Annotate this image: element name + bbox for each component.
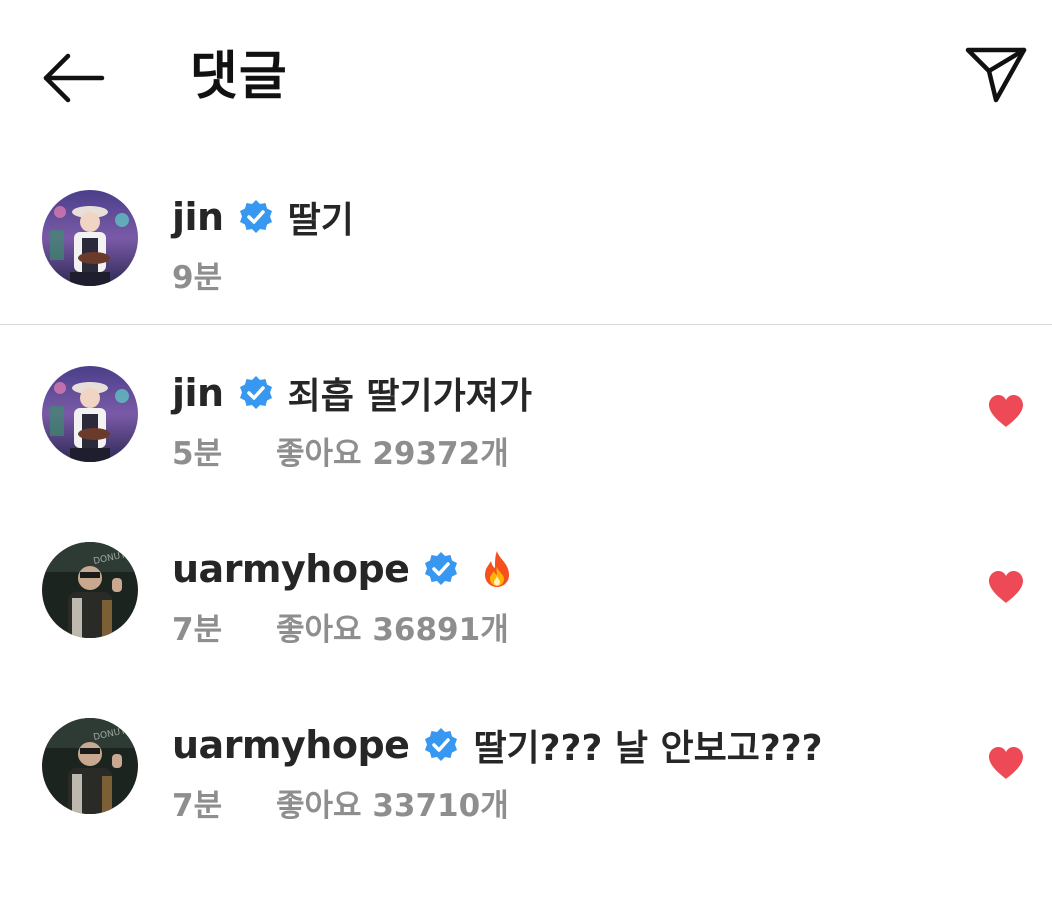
comment-text: 죄흡 딸기가져가 <box>287 376 532 417</box>
like-count[interactable]: 좋아요 29372개 <box>276 428 509 473</box>
verified-badge-icon <box>425 552 458 585</box>
username[interactable]: uarmyhope <box>172 723 410 767</box>
comment-time: 5분 <box>172 435 223 472</box>
comment-time: 9분 <box>172 259 223 296</box>
comment-item: DONUTS uarmyhope 7분 좋아요 36891개 <box>0 542 1052 662</box>
comment-item: DONUTS uarmyhope 딸기??? 날 안보고??? 7분 좋아요 3… <box>0 718 1052 838</box>
heart-icon[interactable] <box>987 394 1025 428</box>
share-button[interactable] <box>962 44 1030 104</box>
heart-icon[interactable] <box>987 746 1025 780</box>
verified-badge-icon <box>239 376 272 409</box>
comment-item: jin 죄흡 딸기가져가 5분 좋아요 29372개 <box>0 366 1052 486</box>
back-button[interactable] <box>40 50 106 106</box>
like-count[interactable]: 좋아요 36891개 <box>276 604 509 649</box>
verified-badge-icon <box>239 200 272 233</box>
like-count[interactable]: 좋아요 33710개 <box>276 780 509 825</box>
username[interactable]: jin <box>172 371 224 415</box>
paper-plane-icon <box>965 47 1027 103</box>
fire-icon <box>485 551 510 587</box>
page-title: 댓글 <box>190 47 288 107</box>
username[interactable]: uarmyhope <box>172 547 410 591</box>
verified-badge-icon <box>425 728 458 761</box>
comment-time: 7분 <box>172 611 223 648</box>
arrow-left-icon <box>43 53 105 103</box>
username[interactable]: jin <box>172 195 224 239</box>
avatar[interactable] <box>42 190 138 286</box>
comment-time: 7분 <box>172 787 223 824</box>
comment-text: 딸기 <box>287 200 354 241</box>
avatar[interactable] <box>42 366 138 462</box>
caption: jin 딸기 9분 <box>0 190 1052 310</box>
header: 댓글 <box>0 0 1052 150</box>
heart-icon[interactable] <box>987 570 1025 604</box>
divider <box>0 324 1052 325</box>
avatar[interactable]: DONUTS <box>42 542 138 638</box>
comment-text: 딸기??? 날 안보고??? <box>473 728 823 769</box>
avatar[interactable]: DONUTS <box>42 718 138 814</box>
